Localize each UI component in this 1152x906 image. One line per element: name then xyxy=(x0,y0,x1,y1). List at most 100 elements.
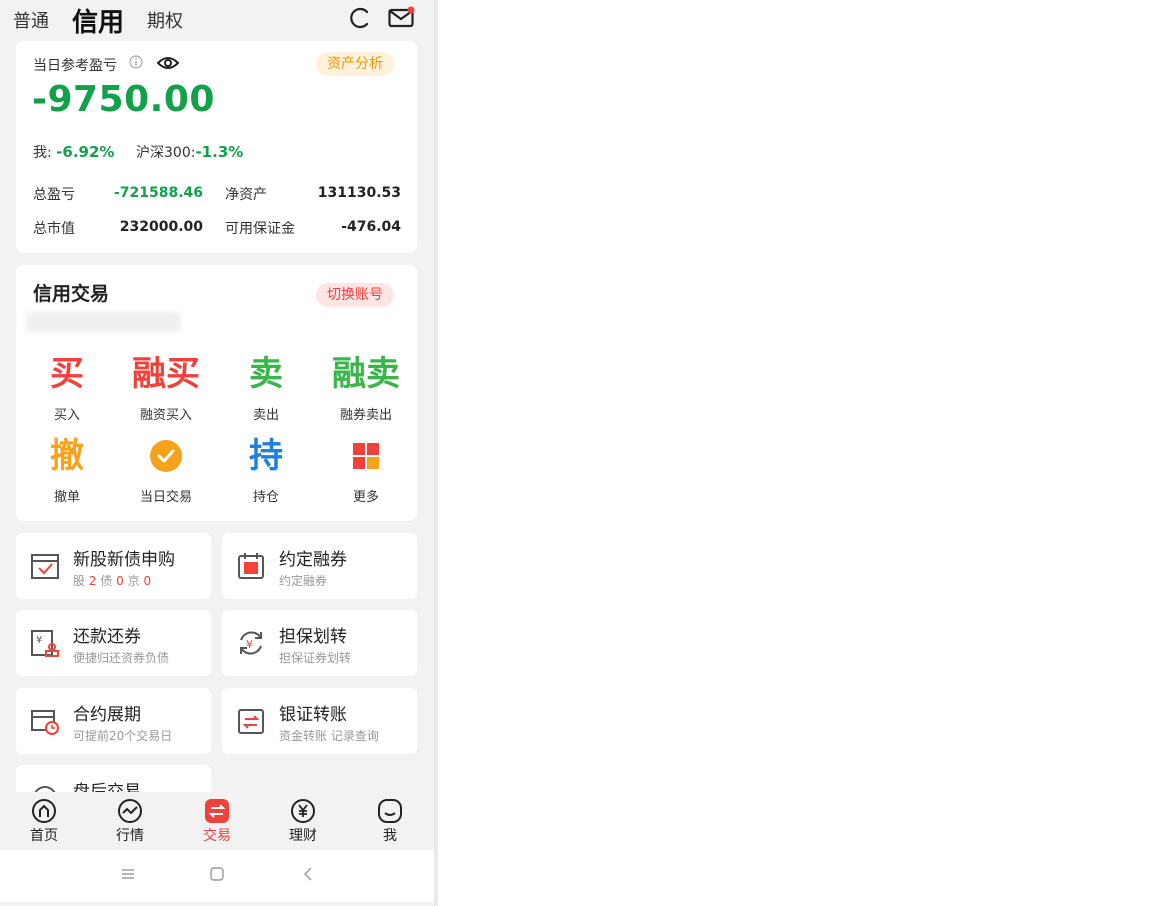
my-return-value: -6.92% xyxy=(56,143,115,161)
cancel-order-label: 撤单 xyxy=(53,490,80,505)
nav-trade-label: 交易 xyxy=(203,828,231,844)
svg-text:¥: ¥ xyxy=(246,638,253,651)
ipo-subscribe-title: 新股新债申购 xyxy=(73,550,175,570)
bank-transfer-title: 银证转账 xyxy=(279,705,347,725)
positions-button[interactable]: 持 持仓 xyxy=(216,434,316,505)
bse-count: 0 xyxy=(143,574,152,588)
mail-icon[interactable] xyxy=(388,6,416,28)
total-pnl-label: 总盈亏 xyxy=(33,187,75,203)
screen-edge xyxy=(434,0,438,906)
calendar-clock-icon xyxy=(31,710,59,735)
nav-trade[interactable]: 交易 xyxy=(187,798,247,845)
nav-me-label: 我 xyxy=(383,828,397,844)
sell-glyph: 卖 xyxy=(249,354,283,394)
margin-buy-button[interactable]: 融买 融资买入 xyxy=(116,352,216,423)
collateral-transfer-sub: 担保证券划转 xyxy=(279,651,352,665)
nav-market[interactable]: 行情 xyxy=(100,798,160,845)
buy-button[interactable]: 买 买入 xyxy=(17,352,117,423)
back-icon[interactable] xyxy=(300,865,316,883)
home-icon xyxy=(32,799,56,823)
grid-icon xyxy=(316,434,416,478)
bse-label: 京 xyxy=(127,574,140,588)
net-asset-label: 净资产 xyxy=(225,187,267,203)
trade-icon xyxy=(205,799,229,823)
ipo-subscribe-counts: 股 2 债 0 京 0 xyxy=(73,572,151,589)
daily-pnl-label: 当日参考盈亏 xyxy=(33,58,117,74)
margin-buy-glyph: 融买 xyxy=(132,354,200,394)
bottom-nav: 首页 行情 交易 理财 我 xyxy=(0,792,438,850)
index-return-label: 沪深300: xyxy=(136,145,196,161)
agreed-lending-sub: 约定融券 xyxy=(279,574,328,588)
home-square-icon[interactable] xyxy=(208,865,226,883)
bond-count: 0 xyxy=(116,574,124,588)
account-tab-bar: 普通 信用 期权 xyxy=(0,0,438,40)
info-icon[interactable] xyxy=(129,55,143,69)
credit-trading-title: 信用交易 xyxy=(33,283,110,305)
refresh-icon[interactable] xyxy=(349,4,371,30)
contract-extension-title: 合约展期 xyxy=(73,705,141,725)
svg-text:¥: ¥ xyxy=(36,635,42,646)
nav-home-label: 首页 xyxy=(30,828,58,844)
repay-sub: 便捷归还资券负债 xyxy=(73,651,170,665)
nav-wealth-label: 理财 xyxy=(289,828,317,844)
repay-icon: ¥ xyxy=(31,630,59,657)
eye-icon[interactable] xyxy=(156,54,180,72)
index-return-value: -1.3% xyxy=(195,143,244,161)
switch-account-button[interactable]: 切换账号 xyxy=(316,283,394,307)
repay-tile[interactable]: ¥ 还款还券 便捷归还资券负债 xyxy=(16,610,211,676)
total-pnl-value: -721588.46 xyxy=(113,185,203,201)
agreed-securities-lending-tile[interactable]: 约定融券 约定融券 xyxy=(222,533,417,599)
check-circle-icon xyxy=(116,434,216,478)
nav-market-label: 行情 xyxy=(116,828,144,844)
cancel-order-button[interactable]: 撤 撤单 xyxy=(17,434,117,505)
sell-button[interactable]: 卖 卖出 xyxy=(216,352,316,423)
cancel-glyph: 撤 xyxy=(50,436,84,476)
tab-credit[interactable]: 信用 xyxy=(72,2,124,39)
margin-label: 可用保证金 xyxy=(225,221,295,237)
margin-value: -476.04 xyxy=(341,219,401,235)
nav-home[interactable]: 首页 xyxy=(14,798,74,845)
index-return: 沪深300:-1.3% xyxy=(136,142,243,162)
net-asset-value: 131130.53 xyxy=(317,185,401,201)
positions-label: 持仓 xyxy=(252,490,279,505)
margin-buy-label: 融资买入 xyxy=(139,408,192,423)
today-trades-label: 当日交易 xyxy=(139,490,192,505)
more-label: 更多 xyxy=(352,490,379,505)
today-trades-button[interactable]: 当日交易 xyxy=(116,434,216,505)
market-value-value: 232000.00 xyxy=(119,219,203,235)
collateral-transfer-tile[interactable]: ¥ 担保划转 担保证券划转 xyxy=(222,610,417,676)
asset-analysis-button[interactable]: 资产分析 xyxy=(316,52,394,76)
nav-wealth[interactable]: 理财 xyxy=(273,798,333,845)
contract-extension-tile[interactable]: 合约展期 可提前20个交易日 xyxy=(16,688,211,754)
bank-transfer-icon xyxy=(238,709,264,734)
ipo-subscribe-tile[interactable]: 新股新债申购 股 2 债 0 京 0 xyxy=(16,533,211,599)
profile-smile-icon xyxy=(378,799,402,823)
contract-extension-sub: 可提前20个交易日 xyxy=(73,729,173,743)
calendar-rong-icon xyxy=(238,553,264,579)
market-value-label: 总市值 xyxy=(33,221,75,237)
my-return: 我: -6.92% xyxy=(33,142,114,162)
masked-account-info xyxy=(26,312,181,332)
yuan-circle-icon xyxy=(291,799,315,823)
daily-pnl-value: -9750.00 xyxy=(32,79,215,120)
bond-label: 债 xyxy=(100,574,113,588)
short-sell-glyph: 融卖 xyxy=(332,354,400,394)
short-sell-button[interactable]: 融卖 融券卖出 xyxy=(316,352,416,423)
bank-transfer-tile[interactable]: 银证转账 资金转账 记录查询 xyxy=(222,688,417,754)
collateral-transfer-title: 担保划转 xyxy=(279,627,347,647)
tab-normal[interactable]: 普通 xyxy=(13,7,49,33)
market-chart-icon xyxy=(118,799,142,823)
phone-screen: 普通 信用 期权 当日参考盈亏 资产分析 -9750.00 我: -6.92% … xyxy=(0,0,438,906)
more-button[interactable]: 更多 xyxy=(316,434,416,505)
system-nav-bar xyxy=(0,850,434,902)
stock-count: 2 xyxy=(88,574,97,588)
menu-icon[interactable] xyxy=(120,865,136,883)
tab-options[interactable]: 期权 xyxy=(147,7,183,33)
nav-me[interactable]: 我 xyxy=(360,798,420,845)
positions-glyph: 持 xyxy=(249,436,283,476)
buy-label: 买入 xyxy=(53,408,80,423)
calendar-check-icon xyxy=(31,554,59,579)
sell-label: 卖出 xyxy=(252,408,279,423)
my-return-label: 我: xyxy=(33,145,52,161)
short-sell-label: 融券卖出 xyxy=(339,408,392,423)
